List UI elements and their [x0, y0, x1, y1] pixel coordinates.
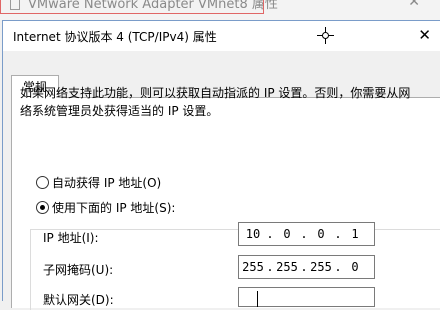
ip-address-input[interactable]: 10 . 0 . 0 . 1 — [238, 222, 375, 246]
radio-label: 使用下面的 IP 地址(S): — [52, 201, 176, 215]
radio-use-following-ip[interactable]: 使用下面的 IP 地址(S): — [36, 199, 179, 216]
move-cursor-icon — [317, 27, 334, 44]
radio-selected-icon[interactable] — [36, 201, 49, 214]
radio-button-icon[interactable] — [36, 176, 49, 189]
radio-obtain-automatically[interactable]: 自动获得 IP 地址(O) — [36, 174, 161, 191]
dialog-titlebar[interactable]: Internet 协议版本 4 (TCP/IPv4) 属性 ✕ — [3, 21, 440, 51]
ipv4-properties-dialog: Internet 协议版本 4 (TCP/IPv4) 属性 ✕ 常规 如果网络支… — [2, 20, 440, 310]
background-close-icon[interactable]: ✕ — [408, 0, 420, 10]
dialog-title: Internet 协议版本 4 (TCP/IPv4) 属性 — [13, 30, 217, 44]
subnet-mask-label: 子网掩码(U): — [43, 263, 114, 277]
text-cursor — [257, 291, 258, 307]
subnet-mask-input[interactable]: 255 . 255 . 255 . 0 — [238, 255, 375, 279]
close-icon[interactable]: ✕ — [418, 26, 431, 44]
default-gateway-input[interactable] — [238, 287, 375, 307]
ip-address-label: IP 地址(I): — [43, 231, 99, 245]
background-window-titlebar: VMware Network Adapter VMnet8 属性 ✕ — [0, 0, 440, 20]
highlight-box — [0, 0, 264, 14]
radio-label: 自动获得 IP 地址(O) — [52, 176, 162, 190]
description-text: 如果网络支持此功能，则可以获取自动指派的 IP 设置。否则，你需要从网络系统管理… — [20, 86, 411, 118]
